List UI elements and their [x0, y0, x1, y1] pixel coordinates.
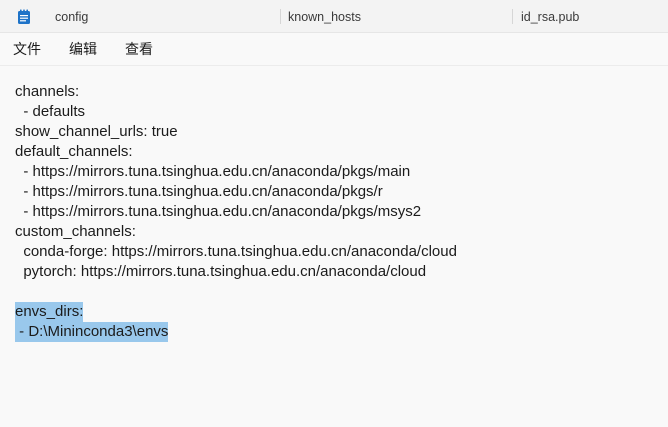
tab-label: known_hosts: [288, 9, 361, 24]
text-line: channels:: [15, 83, 80, 100]
text-line: show_channel_urls: true: [15, 123, 178, 140]
text-line: default_channels:: [15, 143, 133, 160]
text-line: custom_channels:: [15, 223, 136, 240]
tab-divider: [512, 9, 513, 24]
menu-view[interactable]: 查看: [125, 33, 153, 65]
text-line: pytorch: https://mirrors.tuna.tsinghua.e…: [15, 263, 427, 280]
text-line-selected: envs_dirs:: [15, 302, 84, 322]
text-line: - https://mirrors.tuna.tsinghua.edu.cn/a…: [15, 183, 383, 200]
tab-config[interactable]: config: [55, 0, 88, 33]
tab-label: id_rsa.pub: [521, 9, 580, 24]
text-line: - defaults: [15, 103, 86, 120]
tab-divider: [280, 9, 281, 24]
text-line: - https://mirrors.tuna.tsinghua.edu.cn/a…: [15, 163, 411, 180]
text-editor[interactable]: channels: - defaults show_channel_urls: …: [0, 66, 668, 427]
tab-label: config: [55, 9, 89, 24]
text-line: - https://mirrors.tuna.tsinghua.edu.cn/a…: [15, 203, 422, 220]
menu-edit[interactable]: 编辑: [69, 33, 97, 65]
tab-bar: config known_hosts id_rsa.pub: [0, 0, 668, 33]
text-line-selected: - D:\Mininconda3\envs: [15, 322, 169, 342]
menu-bar: 文件 编辑 查看: [0, 33, 668, 66]
text-line: conda-forge: https://mirrors.tuna.tsingh…: [15, 243, 457, 260]
tab-id-rsa-pub[interactable]: id_rsa.pub: [521, 0, 579, 33]
notepad-file-icon: [17, 9, 31, 25]
menu-file[interactable]: 文件: [13, 33, 41, 65]
tab-known-hosts[interactable]: known_hosts: [288, 0, 361, 33]
